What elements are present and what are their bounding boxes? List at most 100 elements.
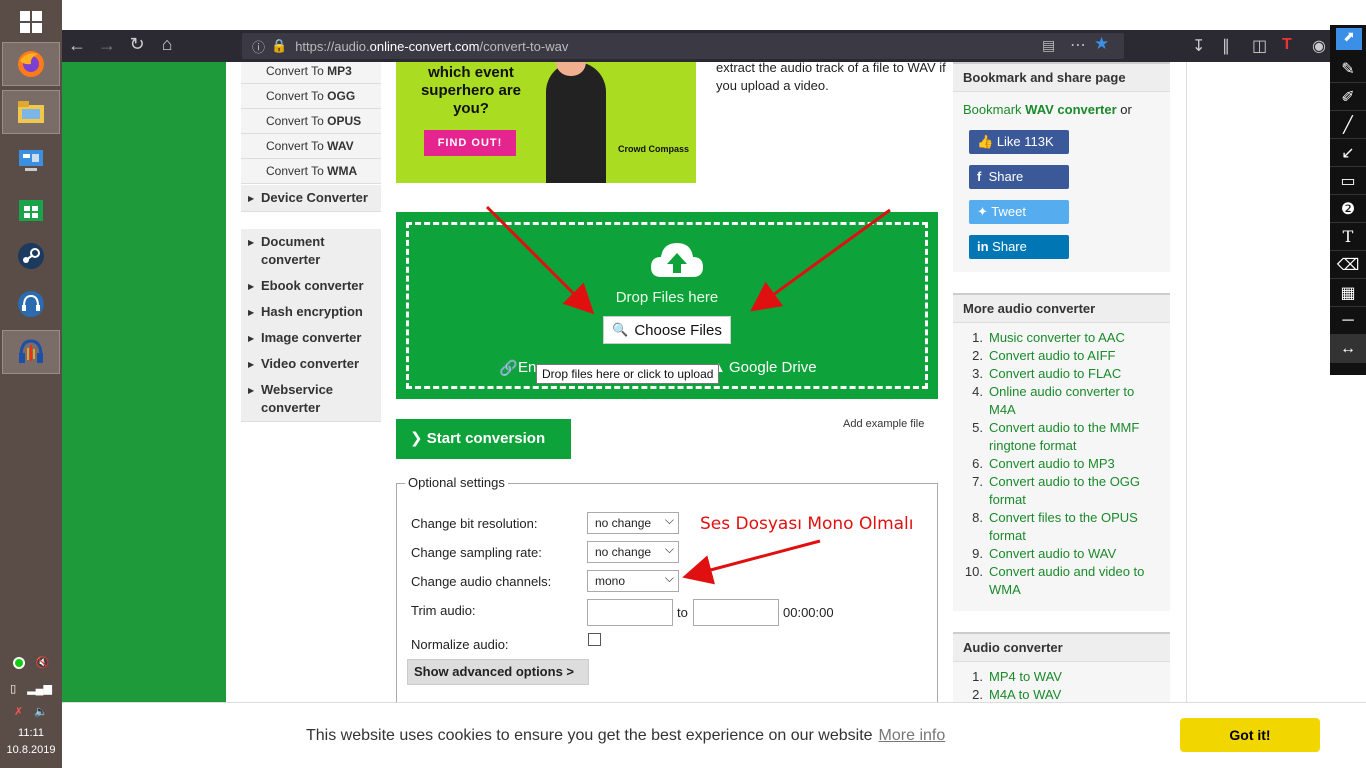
menu-category-device[interactable]: Device Converter [241,185,381,212]
account-icon[interactable]: ◉ [1312,36,1326,56]
status-dot-icon[interactable] [12,657,25,670]
list-link[interactable]: Music converter to AAC [989,329,1125,347]
volume-icon[interactable]: 🔈 [34,706,48,718]
audio-channels-select[interactable]: mono [587,568,679,592]
list-link[interactable]: Convert audio to AIFF [989,347,1115,365]
list-item[interactable]: 8. Convert files to the OPUS format [963,509,1162,545]
start-conversion-button[interactable]: ❯ Start conversion [396,419,571,459]
list-link[interactable]: Convert files to the OPUS format [989,509,1162,545]
control-panel-icon[interactable] [2,138,60,182]
menu-category-ebook[interactable]: Ebook converter [241,273,381,300]
file-drop-zone[interactable]: Drop Files here 🔍 Choose Files 🔗 En ▲ Go… [396,212,938,399]
url-bar[interactable]: ⓘ 🔒 https://audio. online-convert.com/con… [242,33,1124,59]
line-width-icon[interactable]: ─ [1330,307,1366,335]
facebook-like-button[interactable]: 👍 Like 113K [969,130,1069,154]
list-item[interactable]: 1. MP4 to WAV [963,668,1162,686]
menu-item-opus[interactable]: Convert To OPUS [241,109,381,134]
enter-url-link[interactable]: En [518,359,536,376]
facebook-share-button[interactable]: f Share [969,165,1069,189]
windows-logo-icon[interactable] [2,0,60,44]
info-icon[interactable]: ⓘ [252,37,265,56]
trim-start-input[interactable] [587,599,673,626]
line-tool-icon[interactable]: ╱ [1330,111,1366,139]
list-item[interactable]: 7. Convert audio to the OGG format [963,473,1162,509]
sampling-rate-select[interactable]: no change [587,539,679,563]
list-item[interactable]: 5. Convert audio to the MMF ringtone form… [963,419,1162,455]
home-icon[interactable]: ⌂ [152,34,182,55]
list-item[interactable]: 1. Music converter to AAC [963,329,1162,347]
advertisement-banner[interactable]: which event superhero are you? FIND OUT!… [396,62,696,183]
google-drive-link[interactable]: Google Drive [729,359,817,376]
rectangle-tool-icon[interactable]: ▭ [1330,167,1366,195]
bit-resolution-select[interactable]: no change [587,510,679,534]
clock-time[interactable]: 11:11 [0,727,62,739]
reader-view-icon[interactable]: ▤ [1042,37,1055,54]
bookmark-star-icon[interactable]: ★ [1094,34,1109,54]
menu-category-video[interactable]: Video converter [241,351,381,378]
expand-panel-icon[interactable]: ↔ [1330,335,1366,363]
list-link[interactable]: Convert audio to WAV [989,545,1116,563]
signal-icon[interactable]: ▂▄▆ [27,683,52,695]
pencil-icon[interactable]: ✎ [1330,55,1366,83]
list-link[interactable]: Online audio converter to M4A [989,383,1162,419]
ad-find-out-button[interactable]: FIND OUT! [424,130,516,156]
list-link[interactable]: Convert audio to the MMF ringtone format [989,419,1162,455]
bookmark-link[interactable]: WAV converter [1025,102,1117,117]
linkedin-share-button[interactable]: in Share [969,235,1069,259]
menu-item-wma[interactable]: Convert To WMA [241,159,381,184]
audacity-icon[interactable] [2,330,60,374]
add-example-file-link[interactable]: Add example file [843,418,924,430]
highlighter-icon[interactable]: ✐ [1330,83,1366,111]
download-icon[interactable]: ↧ [1192,36,1205,56]
menu-item-ogg[interactable]: Convert To OGG [241,84,381,109]
list-link[interactable]: MP4 to WAV [989,668,1062,686]
text-tool-icon[interactable]: T [1330,223,1366,251]
sidebar-toggle-icon[interactable]: ◫ [1252,36,1267,56]
list-item[interactable]: 6. Convert audio to MP3 [963,455,1162,473]
arrow-tool-icon[interactable]: ↙ [1330,139,1366,167]
cookie-got-it-button[interactable]: Got it! [1180,718,1320,752]
cookie-more-info-link[interactable]: More info [879,727,946,744]
back-arrow-icon[interactable]: ← [62,35,92,56]
file-explorer-icon[interactable] [2,90,60,134]
firefox-icon[interactable] [2,42,60,86]
network-error-icon[interactable]: ✗ [14,706,23,718]
headset-icon[interactable] [2,282,60,326]
list-link[interactable]: Convert audio to FLAC [989,365,1121,383]
tweet-button[interactable]: ✦ Tweet [969,200,1069,224]
eraser-icon[interactable]: ⌫ [1330,251,1366,279]
trim-end-input[interactable] [693,599,779,626]
menu-category-webservice[interactable]: Webservice converter [241,377,381,422]
menu-item-mp3[interactable]: Convert To MP3 [241,62,381,84]
normalize-audio-checkbox[interactable] [588,633,601,646]
choose-files-button[interactable]: 🔍 Choose Files [603,316,731,344]
menu-category-hash[interactable]: Hash encryption [241,299,381,326]
list-item[interactable]: 4. Online audio converter to M4A [963,383,1162,419]
show-advanced-options-button[interactable]: Show advanced options > [407,659,589,685]
forward-arrow-icon[interactable]: → [92,35,122,56]
cursor-tool-icon[interactable]: ⬈ [1336,28,1362,50]
stamp-tool-icon[interactable]: ❷ [1330,195,1366,223]
menu-category-document[interactable]: Document converter [241,229,381,274]
list-item[interactable]: 3. Convert audio to FLAC [963,365,1162,383]
transparency-icon[interactable]: ▦ [1330,279,1366,307]
bookmark-prefix[interactable]: Bookmark [963,102,1025,117]
reload-icon[interactable]: ↻ [122,34,152,55]
page-actions-icon[interactable]: ⋯ [1070,35,1086,55]
list-item[interactable]: 2. Convert audio to AIFF [963,347,1162,365]
link-icon[interactable]: 🔗 [499,359,518,377]
clock-date[interactable]: 10.8.2019 [0,744,62,756]
steam-icon[interactable] [2,234,60,278]
extension-t-icon[interactable]: T [1282,36,1292,54]
list-item[interactable]: 9. Convert audio to WAV [963,545,1162,563]
list-item[interactable]: 10. Convert audio and video to WMA [963,563,1162,599]
menu-item-wav[interactable]: Convert To WAV [241,134,381,159]
store-icon[interactable] [2,186,60,230]
list-link[interactable]: Convert audio to MP3 [989,455,1115,473]
list-link[interactable]: Convert audio and video to WMA [989,563,1162,599]
menu-category-image[interactable]: Image converter [241,325,381,352]
library-icon[interactable]: ∥ [1222,36,1230,56]
speaker-muted-icon[interactable]: 🔇 [36,657,50,669]
battery-icon[interactable]: ▯ [10,683,16,695]
list-link[interactable]: Convert audio to the OGG format [989,473,1162,509]
